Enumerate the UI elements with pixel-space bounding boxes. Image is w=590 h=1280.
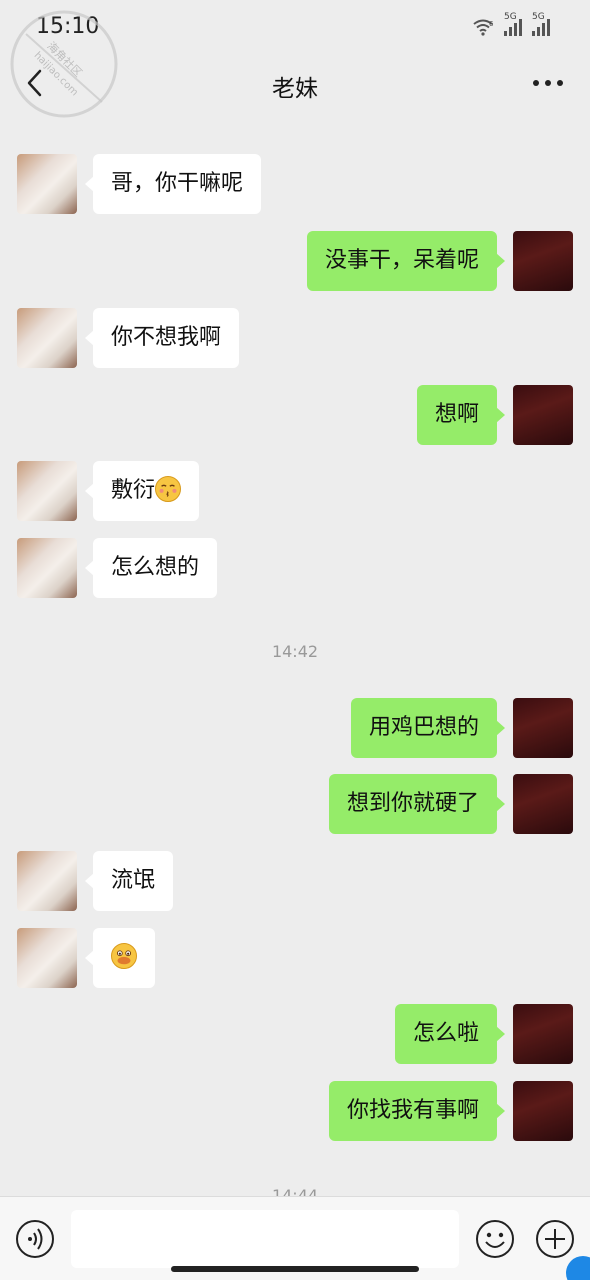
message-row: 想到你就硬了: [0, 774, 590, 836]
home-indicator[interactable]: [171, 1266, 419, 1272]
message-text: 你找我有事啊: [346, 1098, 479, 1123]
emoji-button[interactable]: [475, 1219, 515, 1259]
title-bar: 老妹: [0, 52, 590, 114]
message-bubble[interactable]: 想到你就硬了: [328, 774, 506, 834]
voice-input-icon: [16, 1220, 54, 1258]
plus-circle-icon: [536, 1220, 574, 1258]
message-row: 怎么想的: [0, 538, 590, 600]
signal-icon-secondary: 5G: [532, 12, 550, 36]
kissing-face-emoji: [155, 476, 182, 502]
signal1-label: 5G: [504, 12, 517, 22]
message-bubble[interactable]: 你不想我啊: [84, 308, 240, 368]
message-row: 没事干，呆着呢: [0, 231, 590, 293]
my-avatar[interactable]: [513, 1004, 573, 1064]
message-row: 想啊: [0, 385, 590, 447]
message-text: 没事干，呆着呢: [324, 248, 479, 273]
message-bubble[interactable]: 你找我有事啊: [328, 1081, 506, 1141]
message-text: 怎么想的: [111, 555, 200, 580]
more-button[interactable]: [528, 68, 568, 98]
signal2-label: 5G: [532, 12, 545, 22]
my-avatar[interactable]: [513, 385, 573, 445]
message-row: 用鸡巴想的: [0, 698, 590, 760]
message-row: 怎么啦: [0, 1004, 590, 1066]
message-text: 想啊: [434, 402, 479, 427]
smiley-icon: [476, 1220, 514, 1258]
my-avatar[interactable]: [513, 231, 573, 291]
status-time: 15:10: [36, 14, 100, 39]
message-bubble[interactable]: 哥，你干嘛呢: [84, 154, 262, 214]
more-horizontal-icon: [533, 80, 563, 86]
message-text: 你不想我啊: [111, 325, 222, 350]
message-bubble[interactable]: 用鸡巴想的: [350, 698, 506, 758]
chat-title: 老妹: [272, 76, 318, 102]
message-bubble[interactable]: 怎么啦: [394, 1004, 506, 1064]
contact-avatar[interactable]: [17, 461, 77, 521]
voice-button[interactable]: [15, 1219, 55, 1259]
signal-icon: 5G: [504, 12, 522, 36]
chat-screen: 15:10 6 5G 5G 海角社区 haijiao.com 老妹 哥，你干嘛呢…: [0, 0, 590, 1280]
contact-avatar[interactable]: [17, 538, 77, 598]
contact-avatar[interactable]: [17, 851, 77, 911]
message-row: 你找我有事啊: [0, 1081, 590, 1143]
wifi-label: 6: [489, 20, 494, 28]
my-avatar[interactable]: [513, 774, 573, 834]
message-text: 想到你就硬了: [346, 791, 479, 816]
message-row: 流氓: [0, 851, 590, 913]
contact-avatar[interactable]: [17, 308, 77, 368]
more-functions-button[interactable]: [535, 1219, 575, 1259]
message-text: 哥，你干嘛呢: [111, 171, 244, 196]
contact-avatar[interactable]: [17, 928, 77, 988]
message-bubble[interactable]: 怎么想的: [84, 538, 218, 598]
message-row: 敷衍: [0, 461, 590, 523]
message-text: 流氓: [111, 868, 156, 893]
face-with-hand-over-mouth-emoji: [111, 943, 137, 969]
message-row: [0, 928, 590, 990]
status-bar: 15:10 6 5G 5G: [0, 0, 590, 52]
message-list[interactable]: 哥，你干嘛呢 没事干，呆着呢 你不想我啊 想啊 敷衍 怎么想的 14:42 用鸡…: [0, 114, 590, 1196]
message-bubble[interactable]: 敷衍: [84, 461, 200, 521]
message-bubble[interactable]: 没事干，呆着呢: [306, 231, 506, 291]
status-icons: 6 5G 5G: [472, 12, 550, 36]
message-bubble[interactable]: 流氓: [84, 851, 174, 911]
message-bubble[interactable]: [85, 928, 155, 988]
my-avatar[interactable]: [513, 698, 573, 758]
wifi-icon: 6: [472, 18, 494, 36]
message-timestamp: 14:42: [271, 642, 319, 661]
message-text: 用鸡巴想的: [368, 715, 479, 740]
message-row: 你不想我啊: [0, 308, 590, 370]
my-avatar[interactable]: [513, 1081, 573, 1141]
message-timestamp: 14:44: [271, 1186, 319, 1196]
message-text: 敷衍: [111, 478, 156, 503]
message-row: 哥，你干嘛呢: [0, 154, 590, 216]
message-text: 怎么啦: [412, 1021, 479, 1046]
message-bubble[interactable]: 想啊: [416, 385, 506, 445]
message-input[interactable]: [71, 1210, 459, 1268]
contact-avatar[interactable]: [17, 154, 77, 214]
